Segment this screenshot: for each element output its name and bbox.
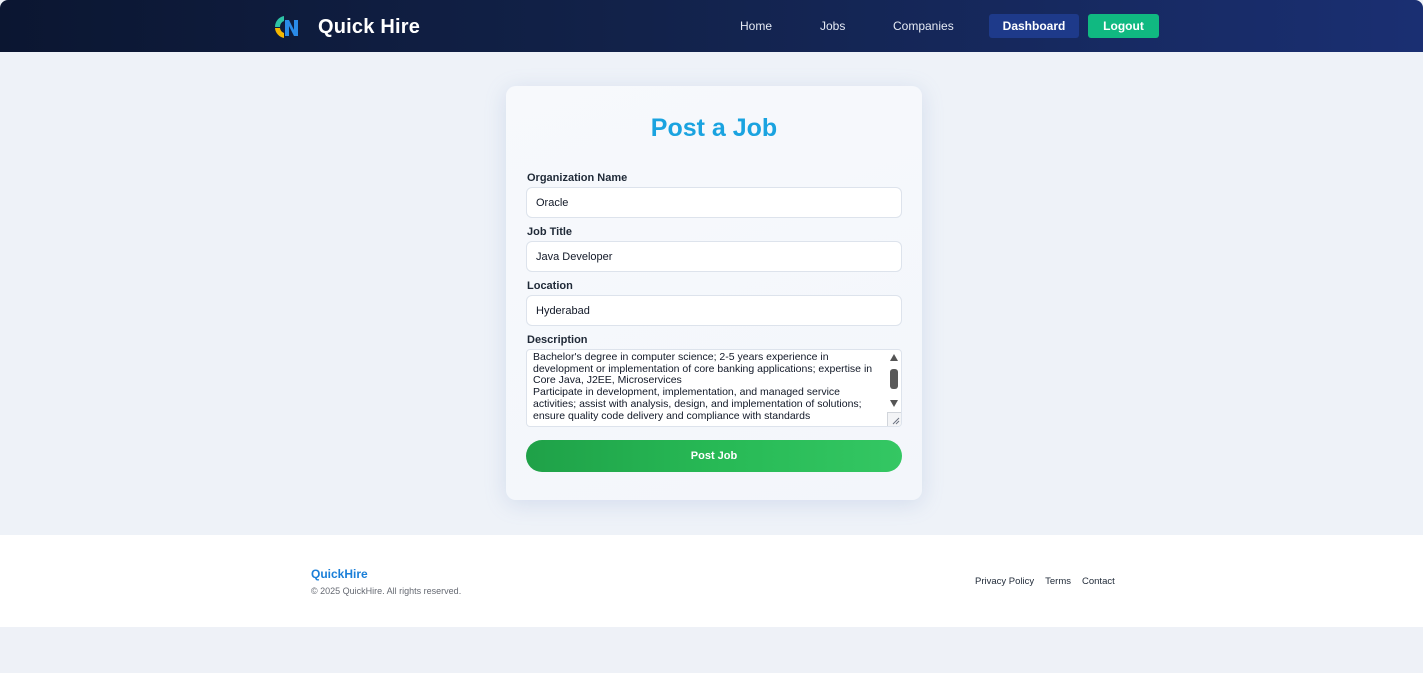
- job-title-label: Job Title: [527, 226, 573, 238]
- footer-copyright: © 2025 QuickHire. All rights reserved.: [311, 586, 462, 596]
- organization-name-input[interactable]: [526, 187, 902, 218]
- organization-name-label: Organization Name: [527, 172, 628, 184]
- location-input[interactable]: [526, 295, 902, 326]
- scrollbar-thumb[interactable]: [890, 369, 898, 389]
- job-title-input[interactable]: [526, 241, 902, 272]
- nav-link-companies[interactable]: Companies: [893, 19, 954, 33]
- footer-links: Privacy Policy Terms Contact: [975, 576, 1126, 587]
- dashboard-button[interactable]: Dashboard: [989, 14, 1079, 38]
- description-textarea[interactable]: Bachelor's degree in computer science; 2…: [526, 349, 902, 427]
- scroll-up-arrow-icon[interactable]: [890, 354, 898, 361]
- logout-button[interactable]: Logout: [1088, 14, 1159, 38]
- bottom-strip: [0, 627, 1423, 673]
- nav-link-jobs[interactable]: Jobs: [820, 19, 845, 33]
- brand-name: Quick Hire: [318, 15, 421, 38]
- description-label: Description: [527, 334, 588, 346]
- footer-brand: QuickHire: [311, 567, 368, 581]
- post-job-card: Post a Job Organization Name Job Title L…: [506, 86, 922, 500]
- footer: QuickHire © 2025 QuickHire. All rights r…: [0, 535, 1423, 627]
- resize-grip-icon[interactable]: [887, 412, 901, 426]
- nav-link-home[interactable]: Home: [740, 19, 772, 33]
- brand[interactable]: Quick Hire: [272, 12, 420, 42]
- description-text[interactable]: Bachelor's degree in computer science; 2…: [533, 351, 883, 422]
- page-title: Post a Job: [650, 114, 778, 142]
- footer-link-privacy[interactable]: Privacy Policy: [975, 576, 1034, 587]
- location-label: Location: [527, 280, 573, 292]
- top-navbar: Quick Hire Home Jobs Companies Dashboard…: [0, 0, 1423, 52]
- footer-link-terms[interactable]: Terms: [1045, 576, 1071, 587]
- scroll-down-arrow-icon[interactable]: [890, 400, 898, 407]
- quickhire-logo-icon: [274, 16, 298, 38]
- post-job-button[interactable]: Post Job: [526, 440, 902, 472]
- footer-link-contact[interactable]: Contact: [1082, 576, 1115, 587]
